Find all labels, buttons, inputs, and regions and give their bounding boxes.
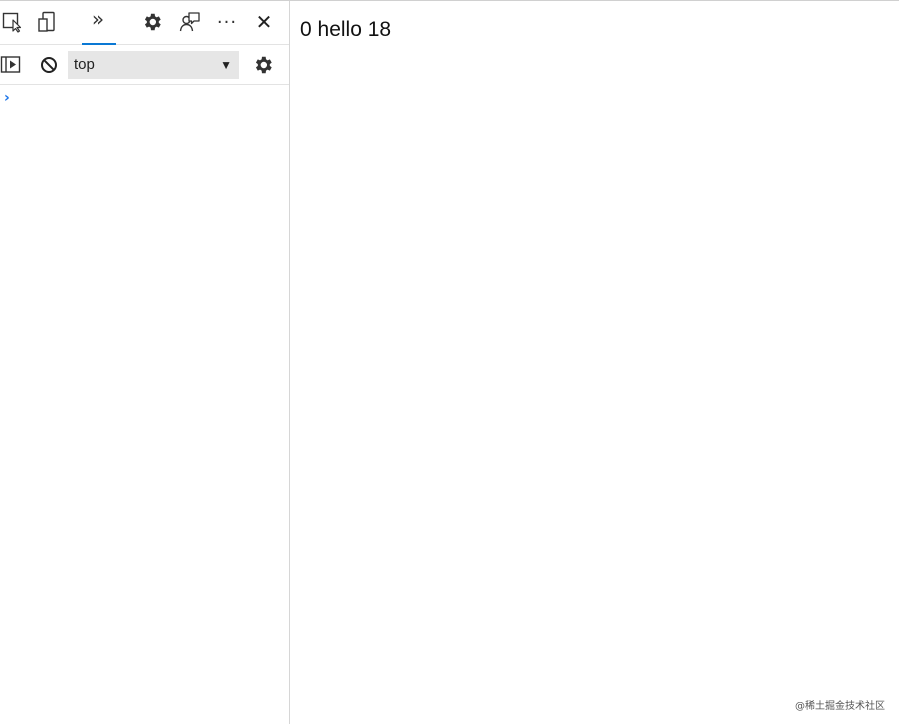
clear-console-button[interactable] bbox=[36, 52, 62, 78]
watermark: @稀土掘金技术社区 bbox=[795, 701, 885, 712]
context-select-value: top bbox=[74, 56, 95, 73]
chevron-double-right-icon: » bbox=[91, 7, 105, 31]
clear-console-icon bbox=[39, 55, 59, 75]
inspect-element-button[interactable] bbox=[0, 9, 26, 35]
device-emulation-button[interactable] bbox=[34, 9, 60, 35]
inspect-element-icon bbox=[2, 11, 24, 33]
settings-button[interactable] bbox=[139, 9, 165, 35]
device-emulation-icon bbox=[36, 11, 58, 33]
more-tabs-button[interactable]: » bbox=[80, 1, 116, 45]
page-viewport: 0 hello 18 @稀土掘金技术社区 bbox=[290, 1, 899, 724]
console-toolbar: top ▼ bbox=[0, 45, 289, 85]
devtools-panel: » ··· ✕ top ▼ › bbox=[0, 1, 290, 724]
console-sidebar-button[interactable] bbox=[0, 52, 24, 78]
gear-icon bbox=[141, 11, 163, 33]
feedback-icon bbox=[179, 11, 201, 33]
page-output-text: 0 hello 18 bbox=[300, 18, 392, 41]
gear-icon bbox=[252, 54, 274, 76]
more-options-icon: ··· bbox=[216, 11, 238, 33]
console-settings-button[interactable] bbox=[250, 52, 276, 78]
app-window: » ··· ✕ top ▼ › 0 hello 18 @稀土掘金技术社区 bbox=[0, 0, 899, 724]
more-options-button[interactable]: ··· bbox=[214, 9, 240, 35]
console-prompt-icon[interactable]: › bbox=[4, 90, 10, 106]
javascript-context-select[interactable]: top ▼ bbox=[68, 51, 239, 79]
feedback-button[interactable] bbox=[177, 9, 203, 35]
close-devtools-button[interactable]: ✕ bbox=[251, 9, 277, 35]
console-sidebar-icon bbox=[0, 54, 22, 76]
close-icon: ✕ bbox=[255, 10, 273, 34]
devtools-main-toolbar: » ··· ✕ bbox=[0, 1, 289, 45]
dropdown-arrow-icon: ▼ bbox=[220, 58, 232, 72]
